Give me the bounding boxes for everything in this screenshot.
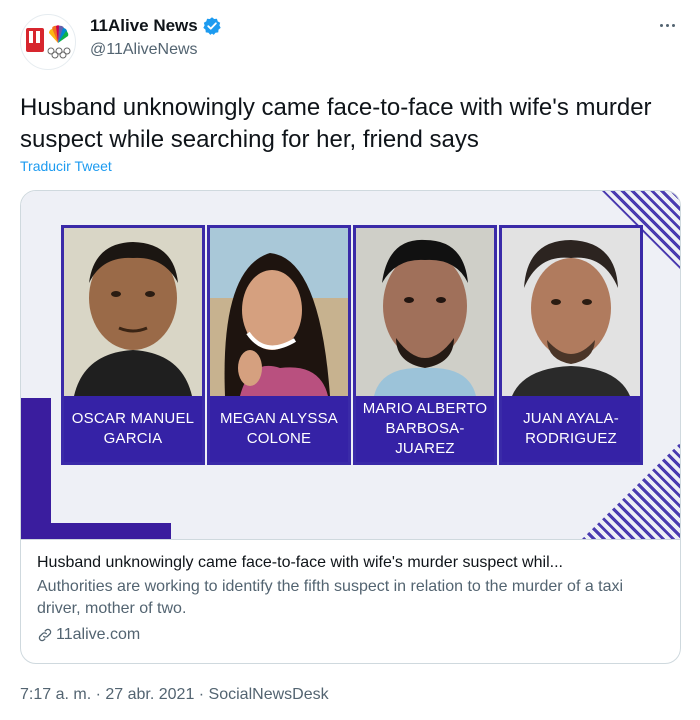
translate-tweet-link[interactable]: Traducir Tweet (20, 158, 112, 174)
display-name-text[interactable]: 11Alive News (90, 16, 198, 36)
suspect-name: OSCAR MANUEL GARCIA (71, 410, 195, 447)
tweet: 11Alive News @11AliveNews Husband unknow… (0, 0, 700, 720)
olympic-rings-icon (47, 47, 71, 59)
suspect-photos: OSCAR MANUEL GARCIA MEGAN ALYSSA COLONE (61, 225, 645, 465)
suspect-name: MARIO ALBERTO BARBOSA-JUAREZ (362, 400, 488, 457)
avatar[interactable] (20, 14, 76, 70)
card-meta[interactable]: Husband unknowingly came face-to-face wi… (21, 539, 680, 663)
mugshot-image (356, 228, 494, 396)
suspect-name: MEGAN ALYSSA COLONE (220, 410, 338, 447)
link-card[interactable]: OSCAR MANUEL GARCIA MEGAN ALYSSA COLONE (20, 190, 681, 664)
card-domain-text[interactable]: 11alive.com (56, 626, 140, 644)
suspect-name: JUAN AYALA-RODRIGUEZ (523, 410, 619, 447)
tweet-text: Husband unknowingly came face-to-face wi… (20, 94, 652, 153)
suspect-photo: JUAN AYALA-RODRIGUEZ (499, 225, 643, 465)
suspect-photo: MEGAN ALYSSA COLONE (207, 225, 351, 465)
card-title[interactable]: Husband unknowingly came face-to-face wi… (37, 552, 666, 574)
more-options-icon[interactable] (654, 12, 680, 38)
mugshot-image (502, 228, 640, 396)
handle[interactable]: @11AliveNews (90, 41, 198, 59)
decorative-bracket (21, 398, 51, 539)
link-icon (38, 628, 52, 642)
peacock-icon (48, 25, 69, 43)
tweet-timestamp[interactable]: 7:17 a. m. · 27 abr. 2021 · SocialNewsDe… (20, 686, 329, 704)
suspect-photo: MARIO ALBERTO BARBOSA-JUAREZ (353, 225, 497, 465)
card-image[interactable]: OSCAR MANUEL GARCIA MEGAN ALYSSA COLONE (21, 191, 680, 539)
decorative-bracket (21, 523, 171, 539)
suspect-photo: OSCAR MANUEL GARCIA (61, 225, 205, 465)
card-domain[interactable]: 11alive.com (37, 626, 666, 644)
station-logo-icon (26, 28, 44, 52)
card-description: Authorities are working to identify the … (37, 578, 624, 617)
victim-photo-image (210, 228, 348, 396)
display-name[interactable]: 11Alive News (90, 16, 222, 36)
verified-badge-icon (202, 16, 222, 36)
mugshot-image (64, 228, 202, 396)
